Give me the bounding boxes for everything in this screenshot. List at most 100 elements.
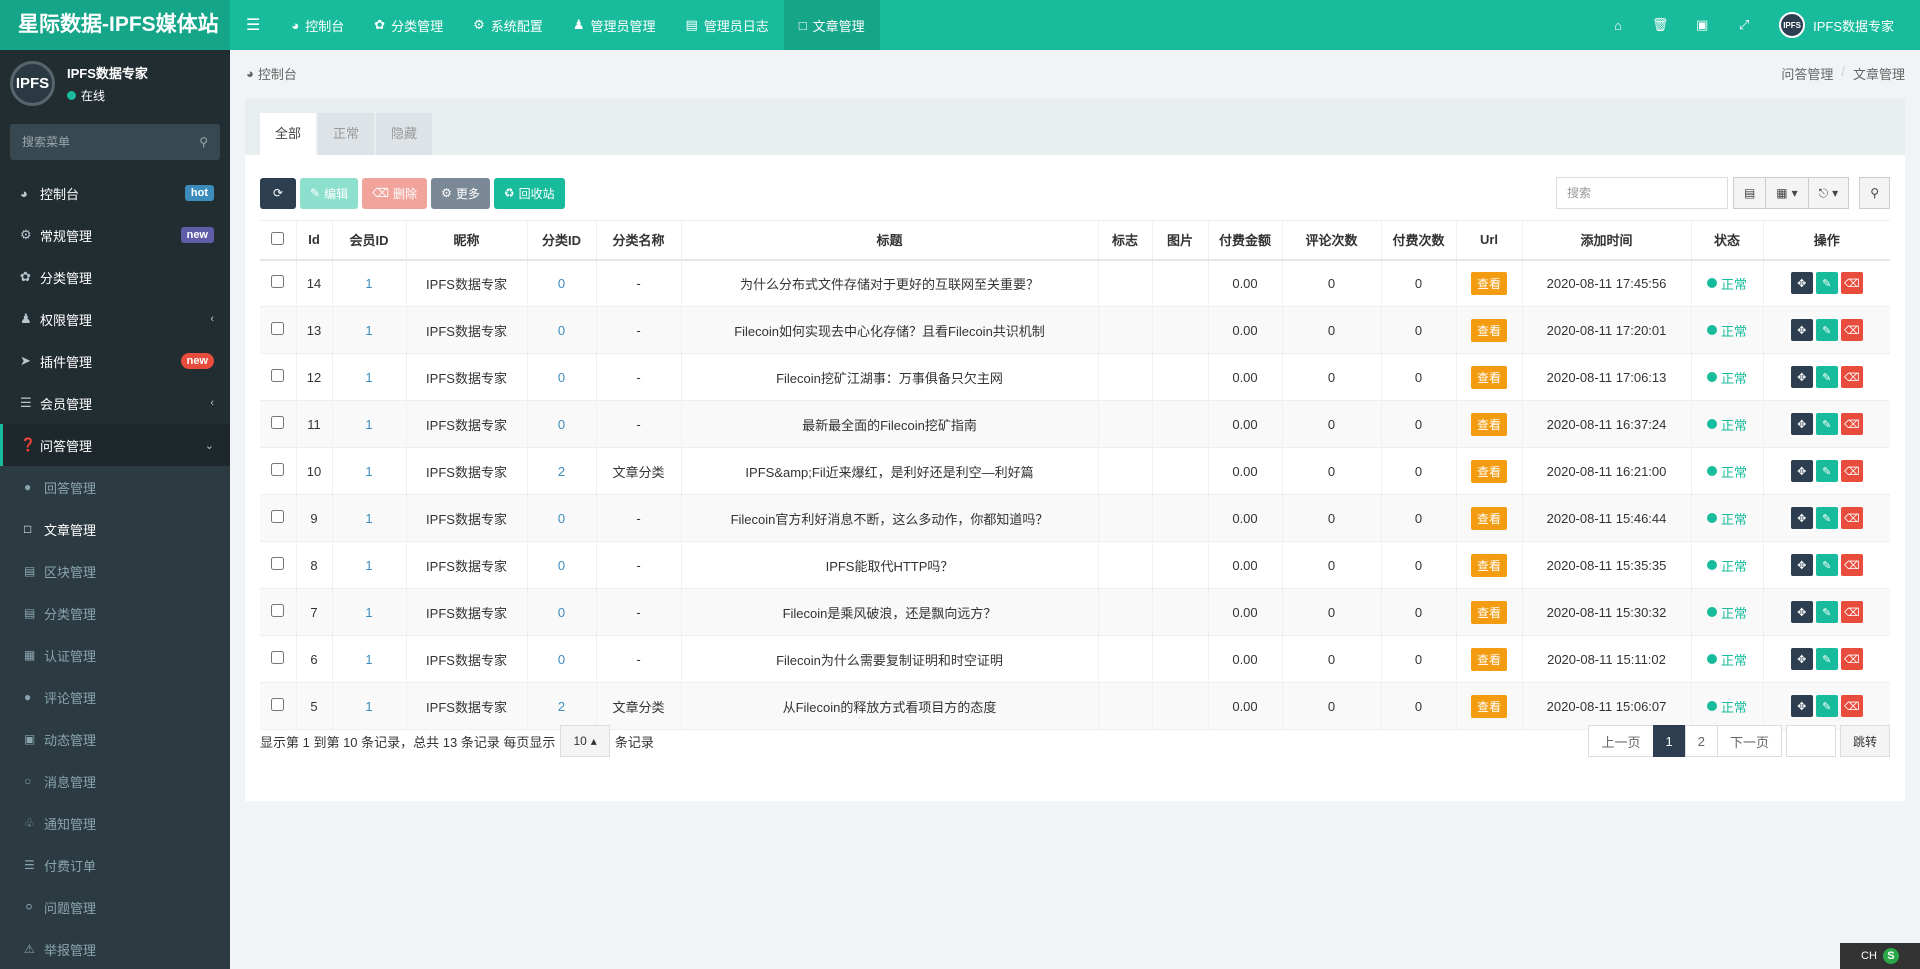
drag-icon[interactable]: ✥ <box>1790 695 1813 717</box>
table-row[interactable]: 7 1 IPFS数据专家 0- Filecoin是乘风破浪，还是飘向远方？ 0.00 0 0 查… <box>260 588 1890 636</box>
refresh-button[interactable]: ⟳ <box>260 177 296 209</box>
col-header[interactable]: Id <box>295 220 332 261</box>
row-checkbox[interactable] <box>271 510 285 523</box>
table-row[interactable]: 5 1 IPFS数据专家 2 文章分类 从Filecoin的释放方式看项目方的态度 0.00… <box>260 682 1890 730</box>
table-row[interactable]: 12 1 IPFS数据专家 0- Filecoin挖矿江湖事：万事俱备只欠主网 0.00 0… <box>260 353 1890 401</box>
row-checkbox[interactable] <box>271 604 285 617</box>
view-button[interactable]: 查看 <box>1470 647 1507 671</box>
edit-row-icon[interactable]: ✎ <box>1815 272 1838 295</box>
col-header[interactable]: 分类名称 <box>595 220 681 261</box>
cell-category-id[interactable]: 0 <box>526 541 596 589</box>
row-checkbox[interactable] <box>271 557 285 570</box>
col-header[interactable]: 昵称 <box>405 220 527 261</box>
view-button[interactable]: 查看 <box>1470 506 1507 530</box>
search-icon[interactable]: ⚲ <box>199 135 208 149</box>
table-row[interactable]: 10 1 IPFS数据专家 2 文章分类 IPFS&amp;Fil近来爆红，是利好还是利空… <box>260 447 1890 495</box>
cell-category-id[interactable]: 2 <box>526 682 596 730</box>
status-badge[interactable]: 正常 <box>1706 556 1747 575</box>
status-badge[interactable]: 正常 <box>1706 321 1747 340</box>
view-button[interactable]: 查看 <box>1470 459 1507 483</box>
menu-search-input[interactable] <box>22 135 200 149</box>
delete-row-icon[interactable]: ⌫ <box>1840 601 1863 623</box>
sidebar-sub-report[interactable]: ⚠ 举报管理 <box>0 928 230 969</box>
sidebar-sub-question[interactable]: ⚪ 问题管理 <box>0 886 230 928</box>
breadcrumb-qa[interactable]: 问答管理 <box>1781 64 1833 83</box>
more-button[interactable]: ⚙ 更多 <box>431 177 490 209</box>
sidebar-sub-answer[interactable]: ● 回答管理 <box>0 466 230 508</box>
row-checkbox[interactable] <box>271 463 285 476</box>
status-badge[interactable]: 正常 <box>1706 603 1747 622</box>
col-header[interactable]: 图片 <box>1151 220 1208 261</box>
status-badge[interactable]: 正常 <box>1706 697 1747 716</box>
sidebar-toggle-button[interactable]: ☰ <box>230 0 276 50</box>
col-header[interactable]: 标题 <box>680 220 1098 261</box>
cell-category-id[interactable]: 2 <box>526 447 596 495</box>
view-button[interactable]: 查看 <box>1470 365 1507 389</box>
tab-hidden[interactable]: 隐藏 <box>376 113 433 155</box>
row-checkbox[interactable] <box>271 651 285 664</box>
export-button[interactable]: ⎋ ▾ <box>1807 177 1850 209</box>
delete-row-icon[interactable]: ⌫ <box>1840 366 1863 388</box>
toggle-view-button[interactable]: ▤ <box>1732 177 1767 209</box>
row-checkbox[interactable] <box>271 369 285 382</box>
cell-category-id[interactable]: 0 <box>526 494 596 542</box>
topnav-dashboard[interactable]: ◕ 控制台 <box>276 0 359 50</box>
status-badge[interactable]: 正常 <box>1706 368 1747 387</box>
cell-member-id[interactable]: 1 <box>331 635 406 683</box>
delete-row-icon[interactable]: ⌫ <box>1840 319 1863 341</box>
col-header[interactable]: 标志 <box>1097 220 1152 261</box>
sidebar-item-qa[interactable]: ❓ 问答管理 ⌄ <box>0 424 230 466</box>
view-button[interactable]: 查看 <box>1470 694 1507 718</box>
table-row[interactable]: 13 1 IPFS数据专家 0- Filecoin如何实现去中心化存储？且看Fileco… <box>260 306 1890 354</box>
sidebar-item-member[interactable]: ☰ 会员管理 ‹ <box>0 382 230 424</box>
fullscreen-icon[interactable]: ⤢ <box>1723 0 1765 50</box>
cell-category-id[interactable]: 0 <box>526 400 596 448</box>
select-all-checkbox[interactable] <box>271 231 285 245</box>
top-user-menu[interactable]: IPFS IPFS数据专家 <box>1765 12 1920 38</box>
delete-row-icon[interactable]: ⌫ <box>1840 272 1863 295</box>
cell-member-id[interactable]: 1 <box>331 447 406 495</box>
table-row[interactable]: 6 1 IPFS数据专家 0- Filecoin为什么需要复制证明和时空证明 0.00 0 0… <box>260 635 1890 683</box>
edit-row-icon[interactable]: ✎ <box>1815 648 1838 670</box>
col-header[interactable]: 状态 <box>1690 220 1763 261</box>
cell-member-id[interactable]: 1 <box>331 306 406 354</box>
delete-row-icon[interactable]: ⌫ <box>1840 507 1863 529</box>
col-header[interactable]: 分类ID <box>526 220 596 261</box>
next-page-button[interactable]: 下一页 <box>1716 725 1782 757</box>
edit-row-icon[interactable]: ✎ <box>1815 319 1838 341</box>
page-size-select[interactable]: 10 ▴ <box>560 725 610 757</box>
drag-icon[interactable]: ✥ <box>1790 554 1813 576</box>
col-header[interactable]: 会员ID <box>331 220 406 261</box>
sidebar-item-addon[interactable]: ➤ 插件管理 new <box>0 340 230 382</box>
edit-row-icon[interactable]: ✎ <box>1815 554 1838 576</box>
view-button[interactable]: 查看 <box>1470 271 1507 295</box>
col-header[interactable]: 付费金额 <box>1207 220 1282 261</box>
delete-row-icon[interactable]: ⌫ <box>1840 413 1863 435</box>
topnav-category[interactable]: ✿ 分类管理 <box>359 0 458 50</box>
col-header[interactable]: Url <box>1455 220 1522 261</box>
brand-logo[interactable]: 星际数据-IPFS媒体站 <box>0 0 230 50</box>
row-checkbox[interactable] <box>271 698 285 711</box>
sidebar-item-general[interactable]: ⚙ 常规管理 new <box>0 214 230 256</box>
col-header[interactable]: 添加时间 <box>1521 220 1691 261</box>
sidebar-item-category[interactable]: ✿ 分类管理 <box>0 256 230 298</box>
view-button[interactable]: 查看 <box>1470 412 1507 436</box>
sidebar-sub-notice[interactable]: ♧ 通知管理 <box>0 802 230 844</box>
status-badge[interactable]: 正常 <box>1706 462 1747 481</box>
view-button[interactable]: 查看 <box>1470 318 1507 342</box>
cell-category-id[interactable]: 0 <box>526 353 596 401</box>
delete-row-icon[interactable]: ⌫ <box>1840 695 1863 717</box>
edit-row-icon[interactable]: ✎ <box>1815 695 1838 717</box>
breadcrumb-home[interactable]: ◕ 控制台 <box>246 64 297 83</box>
cell-member-id[interactable]: 1 <box>331 494 406 542</box>
topnav-article[interactable]: □ 文章管理 <box>783 0 880 50</box>
prev-page-button[interactable]: 上一页 <box>1588 725 1654 757</box>
status-badge[interactable]: 正常 <box>1706 650 1747 669</box>
delete-row-icon[interactable]: ⌫ <box>1840 460 1863 482</box>
delete-row-icon[interactable]: ⌫ <box>1840 648 1863 670</box>
table-row[interactable]: 8 1 IPFS数据专家 0- IPFS能取代HTTP吗？ 0.00 0 0 查看 2020-08… <box>260 541 1890 589</box>
topnav-admin-log[interactable]: ▤ 管理员日志 <box>670 0 783 50</box>
edit-row-icon[interactable]: ✎ <box>1815 366 1838 388</box>
edit-row-icon[interactable]: ✎ <box>1815 601 1838 623</box>
sidebar-sub-category[interactable]: ▤ 分类管理 <box>0 592 230 634</box>
